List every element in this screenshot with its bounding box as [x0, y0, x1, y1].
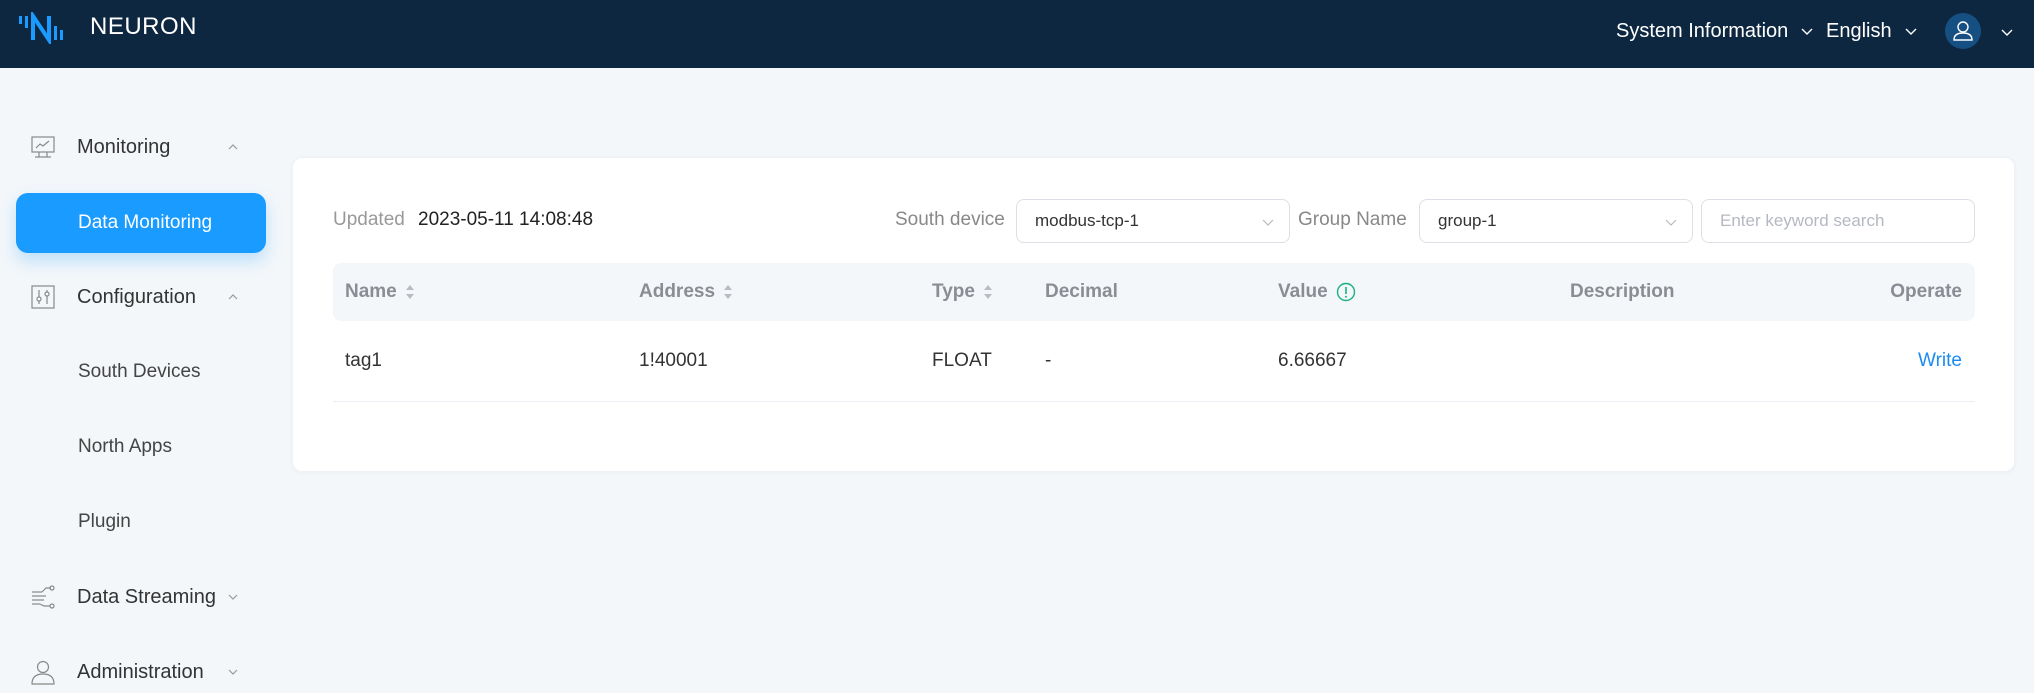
cell-value: 6.66667 [1278, 350, 1347, 371]
cell-name: tag1 [345, 350, 382, 371]
user-icon [31, 660, 55, 685]
column-header-label: Decimal [1045, 281, 1118, 302]
system-information-menu[interactable]: System Information [1616, 20, 1814, 43]
sidebar-item-plugin[interactable]: Plugin [0, 497, 270, 547]
column-header-type[interactable]: Type [932, 281, 993, 303]
user-avatar[interactable] [1945, 13, 1981, 49]
sidebar-item-label: Data Streaming [77, 585, 216, 608]
chevron-up-icon [228, 294, 238, 300]
south-device-value: modbus-tcp-1 [1035, 211, 1139, 230]
chevron-up-icon [228, 144, 238, 150]
sidebar-item-south-devices[interactable]: South Devices [0, 347, 270, 397]
sidebar-item-administration[interactable]: Administration [0, 647, 270, 693]
table-header: Name Address Type Decimal Value Descript… [333, 263, 1975, 321]
chevron-down-icon [228, 669, 238, 675]
sidebar-item-label: Configuration [77, 285, 196, 308]
info-icon[interactable] [1336, 282, 1356, 302]
sidebar-item-label: Plugin [78, 511, 131, 532]
chevron-down-icon [228, 594, 238, 600]
south-device-label: South device [895, 209, 1005, 230]
sort-icon[interactable] [983, 284, 993, 300]
sort-icon[interactable] [723, 284, 733, 300]
sidebar-item-label: Administration [77, 660, 204, 683]
chevron-down-icon [1262, 219, 1274, 226]
circuit-icon [32, 585, 55, 609]
group-name-select[interactable]: group-1 [1419, 199, 1693, 243]
column-header-label: Type [932, 281, 975, 302]
sidebar-item-data-monitoring[interactable]: Data Monitoring [16, 193, 266, 253]
south-device-select[interactable]: modbus-tcp-1 [1016, 199, 1290, 243]
sidebar-item-north-apps[interactable]: North Apps [0, 422, 270, 472]
sidebar-item-label: Data Monitoring [78, 212, 213, 233]
language-label: English [1826, 20, 1892, 42]
sliders-icon [31, 285, 55, 309]
cell-type: FLOAT [932, 350, 992, 371]
top-header: NEURON System Information English [0, 0, 2034, 68]
chevron-down-icon [1905, 28, 1917, 35]
updated-timestamp: 2023-05-11 14:08:48 [418, 209, 594, 230]
system-information-label: System Information [1616, 20, 1789, 42]
column-header-label: Value [1278, 281, 1328, 302]
column-header-label: Operate [1890, 281, 1962, 302]
cell-decimal: - [1045, 350, 1052, 371]
sidebar: Monitoring Data Monitoring Configuration… [0, 68, 280, 693]
monitor-chart-icon [31, 136, 55, 158]
group-name-label: Group Name [1298, 209, 1407, 230]
table-row: tag1 1!40001 FLOAT - 6.66667 Write [333, 321, 1975, 402]
keyword-search-input[interactable] [1701, 199, 1975, 243]
column-header-name[interactable]: Name [345, 281, 415, 303]
language-menu[interactable]: English [1826, 20, 1918, 43]
write-link[interactable]: Write [1918, 350, 1962, 372]
user-menu-chevron-icon[interactable] [2000, 26, 2014, 40]
column-header-operate: Operate [1890, 281, 1962, 303]
brand-name: NEURON [90, 13, 198, 40]
column-header-decimal: Decimal [1045, 281, 1118, 303]
sidebar-item-label: North Apps [78, 436, 172, 457]
neuron-logo-icon [19, 12, 63, 44]
column-header-description: Description [1570, 281, 1675, 303]
data-monitoring-card: Updated 2023-05-11 14:08:48 South device… [292, 157, 2015, 472]
updated-label: Updated [333, 209, 405, 230]
column-header-label: Name [345, 281, 397, 302]
chevron-down-icon [1665, 219, 1677, 226]
sidebar-item-monitoring[interactable]: Monitoring [0, 122, 270, 172]
column-header-label: Description [1570, 281, 1675, 302]
sidebar-item-label: Monitoring [77, 135, 171, 158]
sidebar-item-data-streaming[interactable]: Data Streaming [0, 572, 270, 622]
cell-address: 1!40001 [639, 350, 708, 371]
sidebar-item-label: South Devices [78, 361, 201, 382]
user-icon [1953, 21, 1973, 41]
column-header-address[interactable]: Address [639, 281, 733, 303]
chevron-down-icon [1801, 28, 1813, 35]
column-header-value: Value [1278, 281, 1356, 303]
sort-icon[interactable] [405, 284, 415, 300]
sidebar-item-configuration[interactable]: Configuration [0, 272, 270, 322]
group-name-value: group-1 [1438, 211, 1497, 230]
column-header-label: Address [639, 281, 716, 302]
